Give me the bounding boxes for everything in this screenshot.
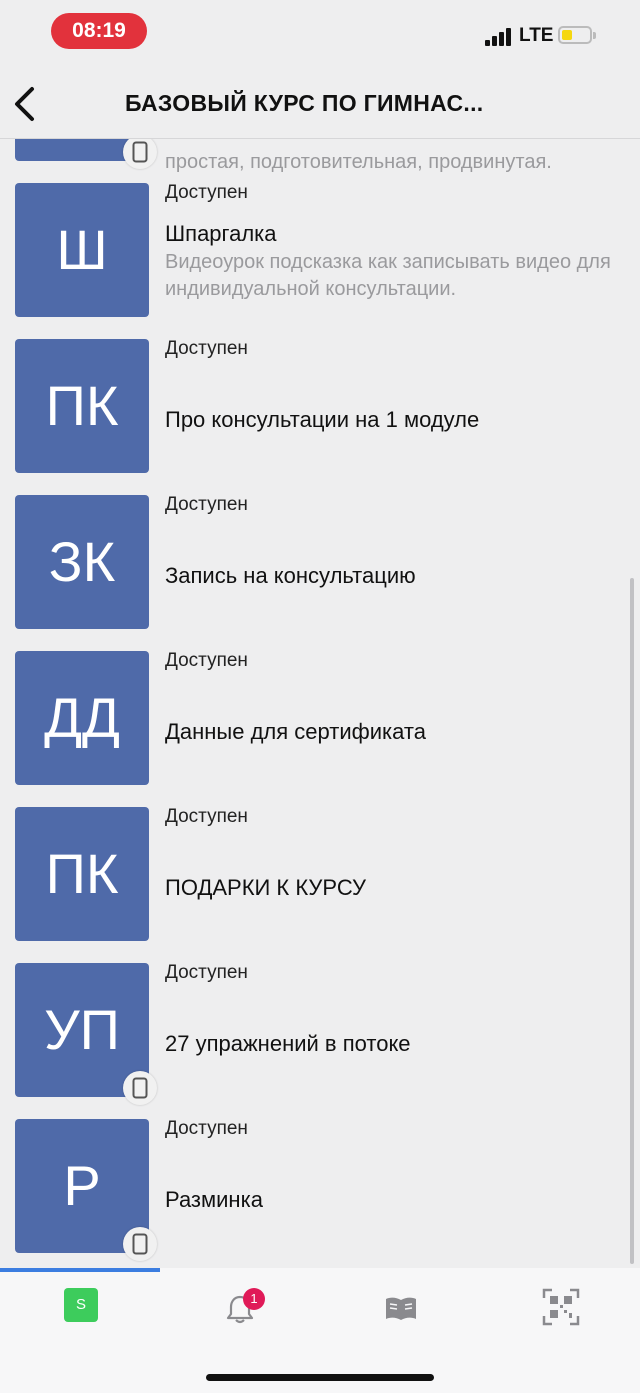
tab-notifications[interactable]: [160, 1288, 320, 1338]
scrollbar[interactable]: [630, 578, 634, 1264]
tab-bar: S 1: [0, 1268, 640, 1393]
item-status: Доступен: [165, 494, 248, 515]
item-status: Доступен: [165, 338, 248, 359]
network-type: LTE: [519, 25, 554, 46]
home-indicator: [206, 1374, 434, 1381]
tab-qr-scanner[interactable]: [480, 1288, 640, 1338]
tab-library[interactable]: [320, 1288, 480, 1338]
list-item[interactable]: УП Доступен 27 упражнений в потоке: [0, 957, 640, 1113]
mobile-device-icon: [132, 1233, 148, 1255]
item-tile: ЗК: [15, 495, 149, 629]
item-title: Запись на консультацию: [165, 563, 416, 588]
qr-code-icon: [542, 1288, 580, 1326]
item-tile: ДД: [15, 651, 149, 785]
status-time: 08:19: [51, 13, 147, 49]
item-status: Доступен: [165, 1118, 248, 1139]
battery-icon: [558, 26, 596, 44]
item-description: простая, подготовительная, продвинутая.: [165, 151, 552, 173]
item-title: ПОДАРКИ К КУРСУ: [165, 875, 366, 900]
list-item[interactable]: Ш Доступен Шпаргалка Видеоурок подсказка…: [0, 177, 640, 333]
item-status: Доступен: [165, 962, 248, 983]
tab-app[interactable]: S: [0, 1288, 160, 1338]
item-title: Про консультации на 1 модуле: [165, 407, 480, 432]
book-icon: [386, 1297, 416, 1320]
page-title: БАЗОВЫЙ КУРС ПО ГИМНАС...: [125, 90, 484, 116]
notification-badge: 1: [243, 1288, 265, 1310]
item-status: Доступен: [165, 806, 248, 827]
list-item[interactable]: ЗК Доступен Запись на консультацию: [0, 489, 640, 645]
mobile-device-badge: [123, 139, 157, 169]
nav-bar: БАЗОВЫЙ КУРС ПО ГИМНАС...: [0, 70, 640, 139]
mobile-device-icon: [132, 141, 148, 163]
item-title: 27 упражнений в потоке: [165, 1031, 411, 1056]
item-description: Видеоурок подсказка как записывать видео…: [165, 251, 611, 300]
back-chevron-icon[interactable]: [12, 86, 38, 122]
list-item[interactable]: ПК Доступен Про консультации на 1 модуле: [0, 333, 640, 489]
item-status: Доступен: [165, 650, 248, 671]
item-tile: ПК: [15, 339, 149, 473]
item-title: Данные для сертификата: [165, 719, 426, 744]
mobile-device-icon: [132, 1077, 148, 1099]
item-title: Разминка: [165, 1187, 263, 1212]
list-item[interactable]: Р Доступен Разминка: [0, 1113, 640, 1269]
lesson-list[interactable]: простая, подготовительная, продвинутая. …: [0, 139, 640, 1269]
mobile-device-badge: [123, 1227, 157, 1261]
list-item[interactable]: ДД Доступен Данные для сертификата: [0, 645, 640, 801]
list-item-partial[interactable]: простая, подготовительная, продвинутая.: [0, 139, 640, 177]
signal-icon: [485, 26, 517, 46]
item-tile: ПК: [15, 807, 149, 941]
active-tab-indicator: [0, 1268, 160, 1272]
item-status: Доступен: [165, 182, 248, 203]
list-item[interactable]: ПК Доступен ПОДАРКИ К КУРСУ: [0, 801, 640, 957]
status-bar: 08:19 LTE: [0, 0, 640, 70]
item-tile: Ш: [15, 183, 149, 317]
mobile-device-badge: [123, 1071, 157, 1105]
app-icon: S: [64, 1288, 98, 1322]
item-title: Шпаргалка: [165, 221, 277, 246]
